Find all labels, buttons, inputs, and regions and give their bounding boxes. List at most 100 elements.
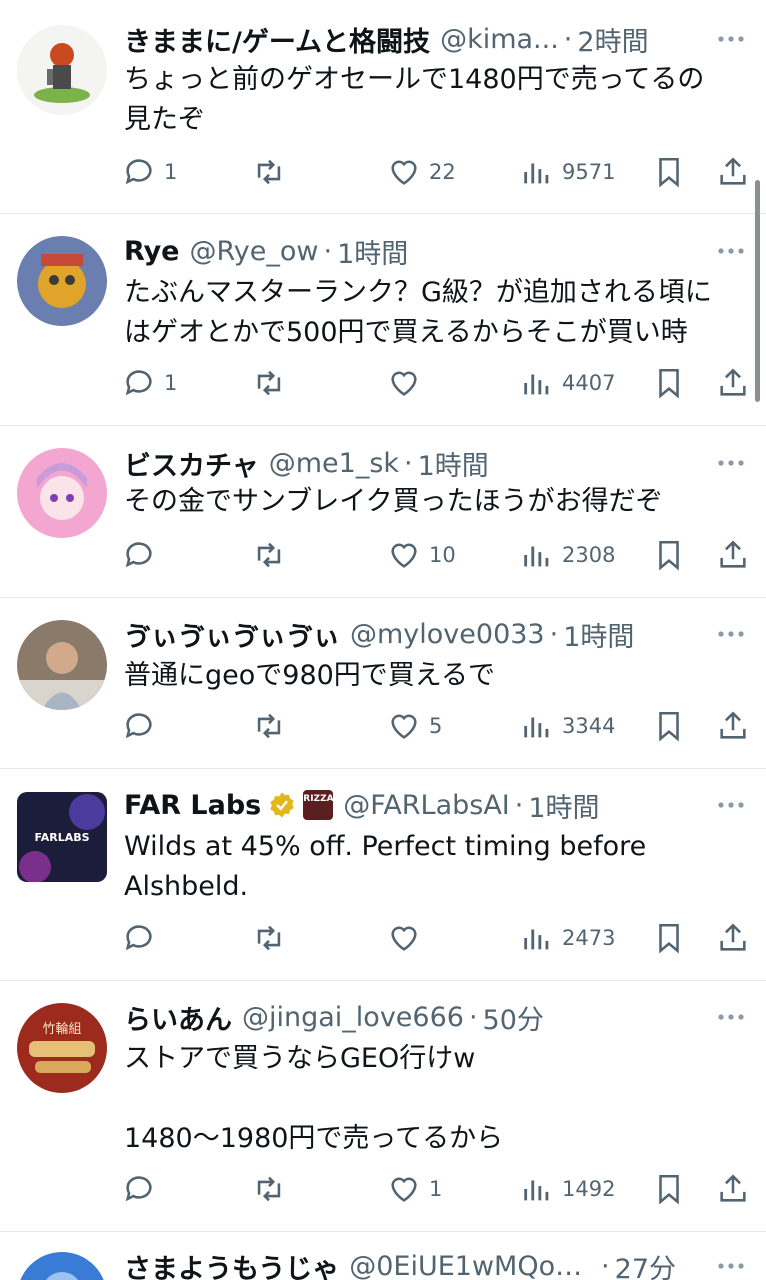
- author-name[interactable]: らいあん: [124, 998, 232, 1037]
- retweet-button[interactable]: [252, 1169, 286, 1209]
- retweet-icon: [257, 713, 281, 739]
- tweet[interactable]: ビスカチャ @me1_sk · 1時間 その金でサンブレイク買ったほうがお得だぞ…: [0, 426, 766, 598]
- share-icon: [720, 368, 746, 396]
- like-button[interactable]: 10: [387, 535, 456, 575]
- author-handle[interactable]: @FARLabsAI: [343, 790, 510, 821]
- tweet-text: Wilds at 45% off. Perfect timing before …: [124, 831, 647, 902]
- retweet-button[interactable]: [252, 535, 286, 575]
- tweet-text: その金でサンブレイク買ったほうがお得だぞ: [124, 486, 663, 517]
- avatar[interactable]: [17, 236, 107, 326]
- reply-button[interactable]: [122, 535, 164, 575]
- like-button[interactable]: 5: [387, 706, 442, 746]
- like-button[interactable]: [387, 363, 429, 403]
- like-button[interactable]: 22: [387, 152, 456, 192]
- more-icon[interactable]: [714, 24, 748, 54]
- scrollbar[interactable]: [755, 180, 760, 402]
- views-icon: [524, 929, 549, 950]
- avatar[interactable]: [17, 620, 107, 710]
- tweet[interactable]: 竹輪組 らいあん @jingai_love666 · 50分 ストアで買うならG…: [0, 981, 766, 1232]
- more-icon[interactable]: [714, 619, 748, 649]
- reply-icon: [125, 159, 152, 185]
- avatar[interactable]: [17, 1252, 107, 1280]
- like-icon: [391, 160, 417, 185]
- bookmark-button[interactable]: [652, 535, 686, 575]
- tweet[interactable]: さまようもうじゃ @0EiUE1wMQon... · 27分: [0, 1232, 766, 1280]
- more-icon[interactable]: [714, 448, 748, 478]
- like-icon: [391, 926, 417, 951]
- views-count: 9571: [562, 160, 616, 184]
- bookmark-button[interactable]: [652, 152, 686, 192]
- bookmark-button[interactable]: [652, 918, 686, 958]
- bookmark-button[interactable]: [652, 363, 686, 403]
- author-name[interactable]: きままに/ゲームと格闘技: [124, 20, 430, 59]
- retweet-button[interactable]: [252, 706, 286, 746]
- share-button[interactable]: [716, 918, 750, 958]
- timestamp[interactable]: 2時間: [577, 20, 648, 59]
- tweet-text: ストアで買うならGEO行けw 1480〜1980円で売ってるから: [124, 1043, 504, 1154]
- timestamp[interactable]: 1時間: [337, 232, 408, 271]
- tweet-text: たぶんマスターランク？G級？が追加される頃に はゲオとかで500円で買えるからそ…: [124, 277, 712, 348]
- reply-button[interactable]: [122, 918, 164, 958]
- more-icon[interactable]: [714, 236, 748, 266]
- more-icon[interactable]: [714, 790, 748, 820]
- tweet[interactable]: きままに/ゲームと格闘技 @kima... · 2時間 ちょっと前のゲオセールで…: [0, 0, 766, 214]
- like-button[interactable]: 1: [387, 1169, 442, 1209]
- timestamp[interactable]: 27分: [615, 1247, 676, 1280]
- views-button[interactable]: 9571: [520, 152, 615, 192]
- avatar[interactable]: [17, 448, 107, 538]
- tweet[interactable]: FARLABS FAR Labs RIZZA RACT @FARLabsAI ·…: [0, 769, 766, 981]
- like-count: 5: [429, 714, 443, 738]
- author-handle[interactable]: @Rye_ow: [190, 236, 319, 267]
- tweet[interactable]: ゔぃゔぃゔぃゔぃ @mylove0033 · 1時間 普通にgeoで980円で買…: [0, 598, 766, 769]
- author-handle[interactable]: @kima...: [440, 24, 559, 55]
- author-name[interactable]: ゔぃゔぃゔぃゔぃ: [124, 615, 340, 654]
- bookmark-button[interactable]: [652, 706, 686, 746]
- views-count: 2308: [562, 543, 616, 567]
- reply-button[interactable]: 1: [122, 363, 177, 403]
- views-button[interactable]: 1492: [520, 1169, 615, 1209]
- retweet-button[interactable]: [252, 918, 286, 958]
- share-button[interactable]: [716, 1169, 750, 1209]
- views-count: 4407: [562, 371, 616, 395]
- tweet[interactable]: Rye @Rye_ow · 1時間 たぶんマスターランク？G級？が追加される頃に…: [0, 214, 766, 426]
- views-icon: [524, 1180, 549, 1201]
- author-handle[interactable]: @mylove0033: [350, 619, 545, 650]
- author-handle[interactable]: @0EiUE1wMQon...: [349, 1251, 596, 1280]
- separator-dot: ·: [563, 23, 573, 55]
- share-button[interactable]: [716, 706, 750, 746]
- avatar[interactable]: FARLABS: [17, 792, 107, 882]
- avatar[interactable]: 竹輪組: [17, 1003, 107, 1093]
- views-button[interactable]: 2473: [520, 918, 615, 958]
- more-icon[interactable]: [714, 1002, 748, 1032]
- views-button[interactable]: 3344: [520, 706, 615, 746]
- author-handle[interactable]: @jingai_love666: [242, 1002, 464, 1033]
- views-button[interactable]: 4407: [520, 363, 615, 403]
- share-button[interactable]: [716, 363, 750, 403]
- separator-dot: ·: [468, 1001, 478, 1033]
- author-name[interactable]: Rye: [124, 236, 180, 267]
- retweet-button[interactable]: [252, 363, 286, 403]
- bookmark-button[interactable]: [652, 1169, 686, 1209]
- author-handle[interactable]: @me1_sk: [269, 448, 399, 479]
- retweet-button[interactable]: [252, 152, 286, 192]
- timestamp[interactable]: 1時間: [563, 615, 634, 654]
- timestamp[interactable]: 1時間: [418, 444, 489, 483]
- action-bar: 10 2308: [122, 535, 752, 575]
- retweet-icon: [257, 925, 281, 951]
- reply-button[interactable]: 1: [122, 152, 177, 192]
- affiliate-badge[interactable]: RIZZA RACT: [303, 790, 363, 820]
- reply-button[interactable]: [122, 706, 164, 746]
- views-button[interactable]: 2308: [520, 535, 615, 575]
- author-name[interactable]: FAR Labs: [124, 790, 261, 821]
- share-button[interactable]: [716, 152, 750, 192]
- share-button[interactable]: [716, 535, 750, 575]
- timestamp[interactable]: 50分: [483, 998, 544, 1037]
- avatar[interactable]: [17, 25, 107, 115]
- avatar-logo-text: FARLABS: [34, 831, 89, 844]
- timestamp[interactable]: 1時間: [528, 786, 599, 825]
- reply-button[interactable]: [122, 1169, 164, 1209]
- author-name[interactable]: さまようもうじゃ: [124, 1247, 339, 1280]
- author-name[interactable]: ビスカチャ: [124, 444, 259, 483]
- like-button[interactable]: [387, 918, 429, 958]
- more-icon[interactable]: [714, 1251, 748, 1280]
